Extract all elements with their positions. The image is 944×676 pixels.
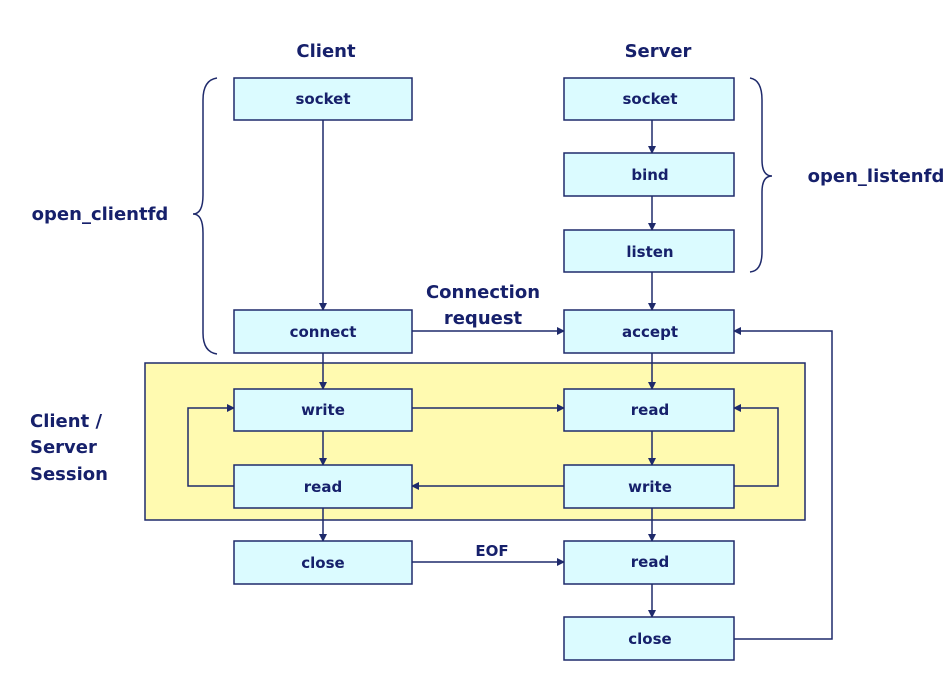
client-header: Client xyxy=(296,41,356,62)
svg-text:close: close xyxy=(628,630,671,648)
session-label-1: Client / xyxy=(30,411,102,432)
server-read-box: read xyxy=(563,388,735,432)
server-header: Server xyxy=(625,41,692,62)
svg-text:socket: socket xyxy=(622,90,677,108)
client-close-box: close xyxy=(233,540,413,585)
client-socket-box: socket xyxy=(233,77,413,121)
svg-text:write: write xyxy=(628,478,672,496)
server-read-eof-box: read xyxy=(563,540,735,585)
client-read-box: read xyxy=(233,464,413,509)
server-socket-box: socket xyxy=(563,77,735,121)
connection-request-label-2: request xyxy=(444,308,523,329)
session-label-3: Session xyxy=(30,464,108,485)
server-close-box: close xyxy=(563,616,735,661)
svg-text:read: read xyxy=(631,401,669,419)
svg-text:socket: socket xyxy=(295,90,350,108)
svg-text:read: read xyxy=(304,478,342,496)
svg-text:read: read xyxy=(631,553,669,571)
svg-text:accept: accept xyxy=(622,323,678,341)
svg-text:close: close xyxy=(301,554,344,572)
svg-text:connect: connect xyxy=(290,323,357,341)
client-write-box: write xyxy=(233,388,413,432)
left-brace xyxy=(192,77,218,355)
server-bind-box: bind xyxy=(563,152,735,197)
open-clientfd-label: open_clientfd xyxy=(32,204,169,225)
socket-flow-diagram: Client Server open_clientfd open_listenf… xyxy=(30,41,944,661)
open-listenfd-label: open_listenfd xyxy=(808,166,944,187)
svg-text:listen: listen xyxy=(626,243,673,261)
server-accept-box: accept xyxy=(563,309,735,354)
svg-text:write: write xyxy=(301,401,345,419)
eof-label: EOF xyxy=(475,542,508,560)
right-brace xyxy=(749,77,773,273)
svg-text:bind: bind xyxy=(631,166,668,184)
client-connect-box: connect xyxy=(233,309,413,354)
server-listen-box: listen xyxy=(563,229,735,273)
server-write-box: write xyxy=(563,464,735,509)
session-label-2: Server xyxy=(30,437,97,458)
connection-request-label: Connection xyxy=(426,282,540,303)
